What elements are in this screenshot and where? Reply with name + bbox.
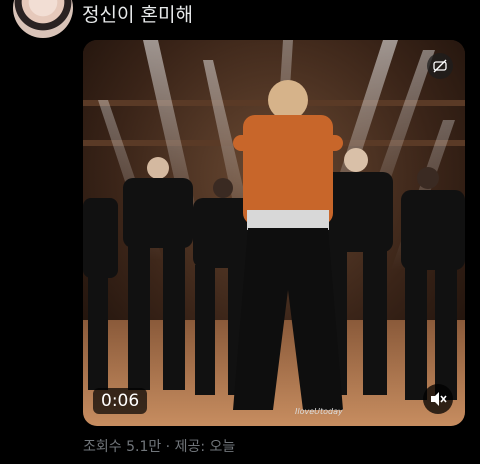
tweet-text: 정신이 혼미해	[82, 4, 193, 26]
hide-media-button[interactable]	[427, 53, 453, 79]
avatar[interactable]	[13, 0, 73, 38]
video-timer: 0:06	[93, 388, 148, 414]
mute-button[interactable]	[423, 384, 453, 414]
video-watermark: IloveUtoday	[295, 407, 343, 416]
speaker-muted-icon	[431, 392, 447, 406]
video-player[interactable]: 0:06 IloveUtoday	[83, 40, 465, 426]
view-count: 조회수 5.1만 · 제공: 오늘	[83, 439, 236, 455]
video-frame	[83, 40, 465, 426]
eye-slash-icon	[433, 59, 447, 73]
